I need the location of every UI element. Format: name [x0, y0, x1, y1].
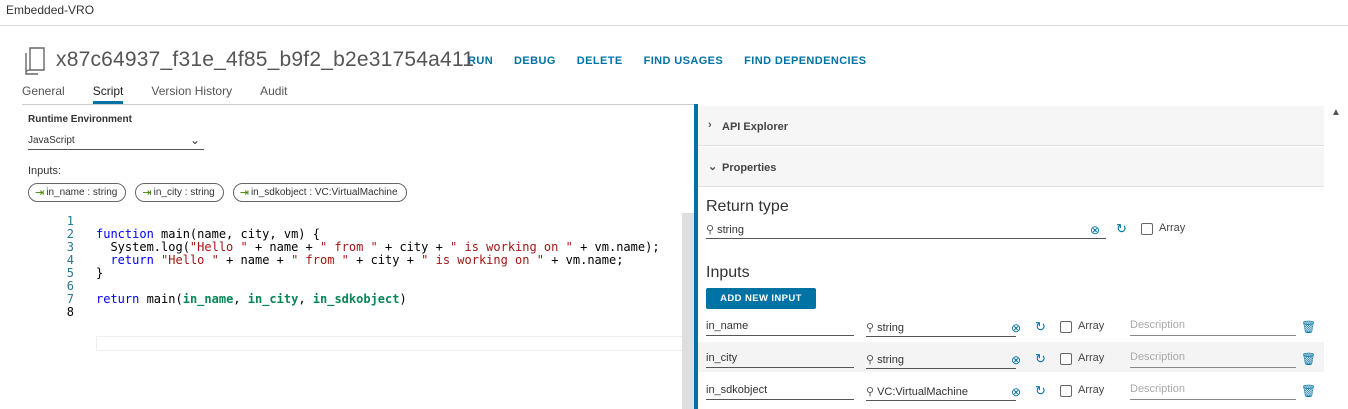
- chevron-right-icon: ›: [708, 119, 712, 131]
- chevron-down-icon: ⌄: [708, 161, 718, 173]
- trash-icon[interactable]: 🗑: [1301, 320, 1316, 334]
- run-button[interactable]: RUN: [468, 55, 493, 67]
- array-checkbox[interactable]: [1060, 353, 1072, 365]
- scroll-up-icon[interactable]: ▲: [1331, 107, 1341, 118]
- clear-icon[interactable]: ⊗: [1011, 385, 1021, 399]
- title-row: x87c64937_f31e_4f85_b9f2_b2e31754a411 RU…: [22, 44, 1022, 78]
- array-label: Array: [1078, 384, 1105, 396]
- input-row: in_city ⚲ string ⊗ ↻ Array Description 🗑: [698, 342, 1324, 372]
- input-pill[interactable]: ⇥ in_city : string: [135, 183, 224, 202]
- properties-section[interactable]: ⌄ Properties: [698, 147, 1324, 187]
- search-icon: ⚲: [866, 354, 875, 366]
- debug-button[interactable]: DEBUG: [514, 55, 556, 67]
- array-label: Array: [1159, 222, 1186, 234]
- page-title: x87c64937_f31e_4f85_b9f2_b2e31754a411: [56, 48, 475, 71]
- delete-button[interactable]: DELETE: [577, 55, 623, 67]
- action-bar: RUN DEBUG DELETE FIND USAGES FIND DEPEND…: [468, 55, 887, 67]
- description-field[interactable]: Description: [1130, 349, 1296, 368]
- input-pills: ⇥ in_name : string ⇥ in_city : string ⇥ in_…: [28, 183, 416, 202]
- editor-scrollbar[interactable]: [682, 213, 694, 409]
- description-field[interactable]: Description: [1130, 317, 1296, 336]
- trash-icon[interactable]: 🗑: [1301, 384, 1316, 398]
- code-line: }: [96, 266, 104, 280]
- input-type-field[interactable]: ⚲ string: [866, 350, 1016, 369]
- properties-label: Properties: [722, 162, 777, 174]
- refresh-icon[interactable]: ↻: [1035, 319, 1046, 335]
- array-checkbox[interactable]: [1060, 385, 1072, 397]
- tab-version-history[interactable]: Version History: [151, 84, 232, 104]
- chevron-down-icon: ⌄: [189, 133, 200, 147]
- input-name-field[interactable]: in_sdkobject: [706, 381, 854, 400]
- tab-bar: General Script Version History Audit: [22, 84, 315, 104]
- input-arrow-icon: ⇥: [35, 187, 45, 199]
- input-name-field[interactable]: in_name: [706, 317, 854, 336]
- inputs-heading: Inputs: [706, 264, 750, 281]
- input-row: in_sdkobject ⚲ VC:VirtualMachine ⊗ ↻ Arra…: [698, 374, 1324, 404]
- array-checkbox[interactable]: [1060, 321, 1072, 333]
- script-pane: Runtime Environment JavaScript ⌄ Inputs:…: [22, 104, 694, 409]
- search-icon: ⚲: [706, 224, 715, 236]
- api-explorer-label: API Explorer: [722, 121, 789, 133]
- clear-icon[interactable]: ⊗: [1011, 353, 1021, 367]
- search-icon: ⚲: [866, 386, 875, 398]
- return-array-checkbox[interactable]: [1141, 223, 1153, 235]
- input-type-field[interactable]: ⚲ VC:VirtualMachine: [866, 382, 1016, 401]
- find-usages-button[interactable]: FIND USAGES: [644, 55, 724, 67]
- top-bar: Embedded-VRO: [0, 0, 1348, 26]
- input-arrow-icon: ⇥: [142, 187, 152, 199]
- current-line-highlight: [96, 336, 694, 351]
- add-new-input-button[interactable]: ADD NEW INPUT: [706, 288, 816, 309]
- tab-script[interactable]: Script: [92, 84, 124, 104]
- tab-general[interactable]: General: [22, 84, 65, 104]
- input-row: in_name ⚲ string ⊗ ↻ Array Description 🗑: [698, 312, 1324, 342]
- return-type-field[interactable]: ⚲ string: [706, 220, 1106, 239]
- code-editor[interactable]: 1 2 function main(name, city, vm) { 3 Sys…: [22, 213, 694, 409]
- input-pill[interactable]: ⇥ in_sdkobject : VC:VirtualMachine: [232, 183, 407, 202]
- inputs-label: Inputs:: [28, 165, 62, 177]
- properties-pane: › API Explorer ⌄ Properties Return type …: [698, 104, 1324, 409]
- trash-icon[interactable]: 🗑: [1301, 352, 1316, 366]
- page-scrollbar[interactable]: ▲: [1326, 104, 1348, 409]
- input-name-field[interactable]: in_city: [706, 349, 854, 368]
- code-line: return main(in_name, in_city, in_sdkobje…: [96, 292, 407, 306]
- runtime-environment-select[interactable]: JavaScript ⌄: [28, 131, 204, 150]
- input-pill[interactable]: ⇥ in_name : string: [28, 183, 127, 202]
- return-type-label: Return type: [706, 198, 789, 215]
- description-field[interactable]: Description: [1130, 381, 1296, 400]
- refresh-icon[interactable]: ↻: [1035, 351, 1046, 367]
- runtime-environment-value: JavaScript: [28, 135, 75, 146]
- runtime-environment-label: Runtime Environment: [28, 114, 132, 125]
- input-arrow-icon: ⇥: [239, 187, 249, 199]
- search-icon: ⚲: [866, 322, 875, 334]
- clear-icon[interactable]: ⊗: [1011, 321, 1021, 335]
- clear-icon[interactable]: ⊗: [1090, 223, 1100, 237]
- array-label: Array: [1078, 352, 1105, 364]
- line-number: 8: [66, 305, 74, 319]
- refresh-icon[interactable]: ↻: [1116, 221, 1127, 237]
- script-document-icon: [25, 47, 45, 75]
- array-label: Array: [1078, 320, 1105, 332]
- find-dependencies-button[interactable]: FIND DEPENDENCIES: [744, 55, 866, 67]
- code-line: return "Hello " + name + " from " + city…: [110, 253, 624, 267]
- app-tab[interactable]: Embedded-VRO: [6, 3, 94, 17]
- api-explorer-section[interactable]: › API Explorer: [698, 106, 1324, 146]
- tab-audit[interactable]: Audit: [260, 84, 287, 104]
- input-type-field[interactable]: ⚲ string: [866, 318, 1016, 337]
- refresh-icon[interactable]: ↻: [1035, 383, 1046, 399]
